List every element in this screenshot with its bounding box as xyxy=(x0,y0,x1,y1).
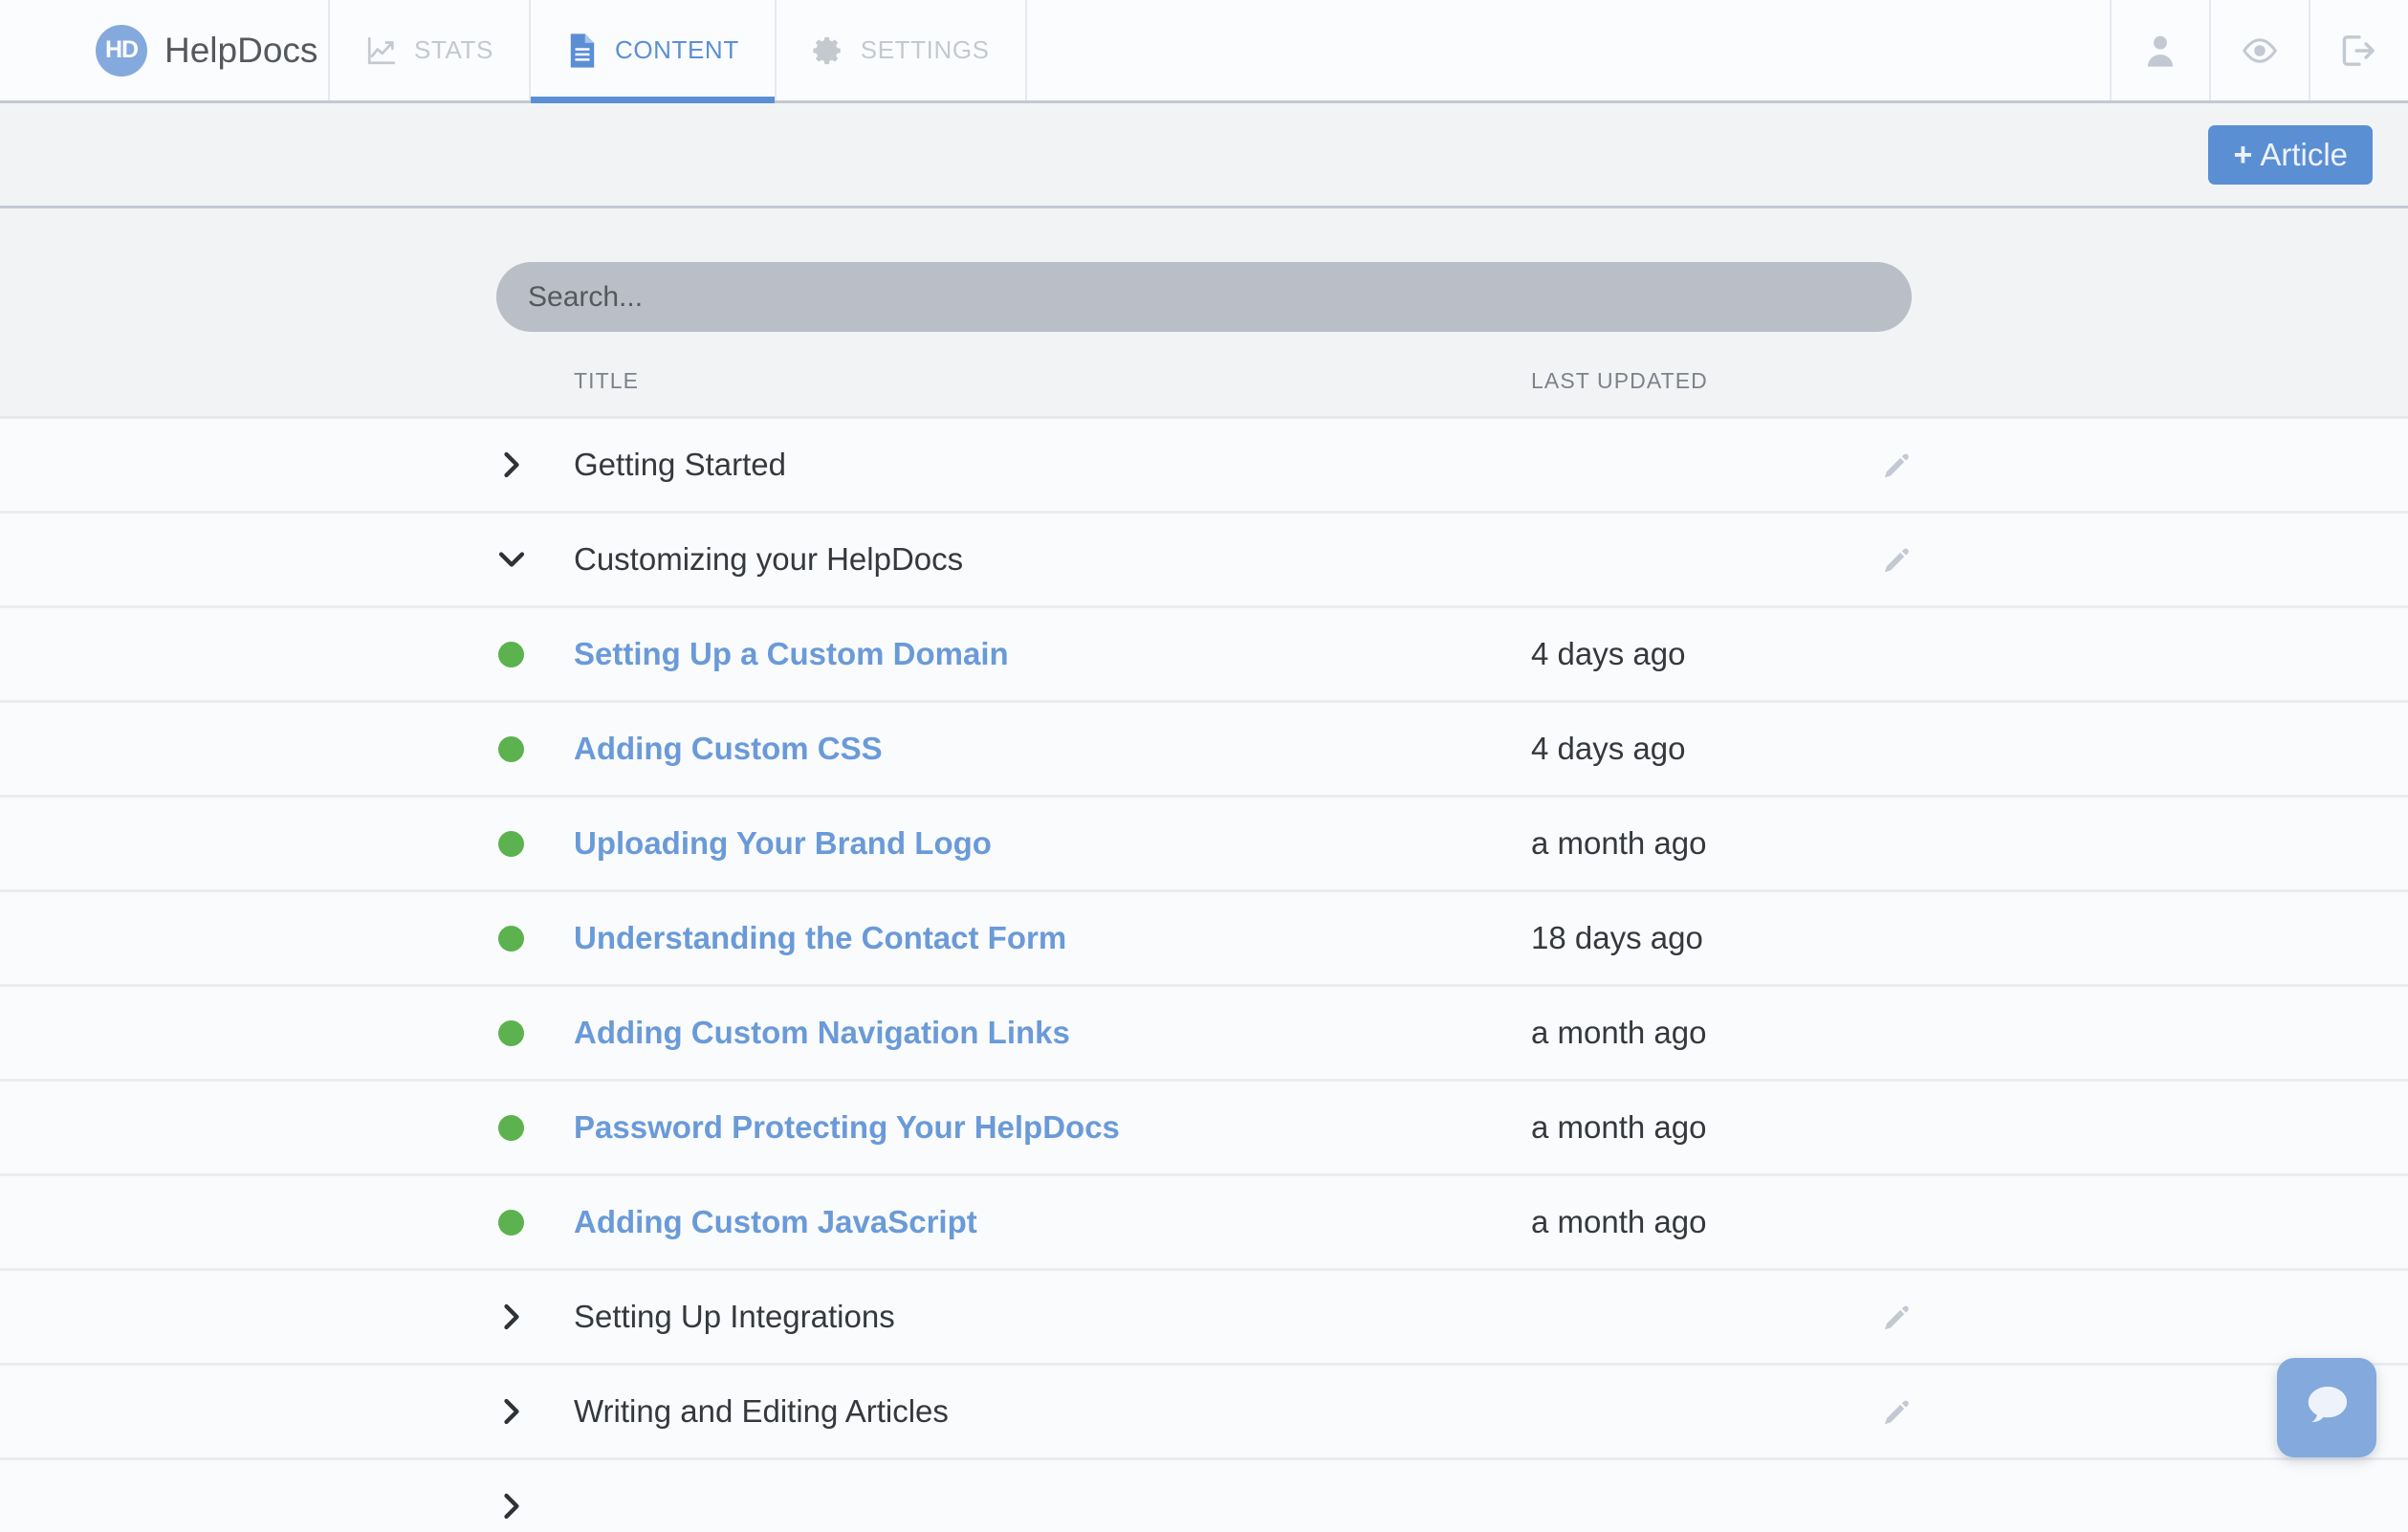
tab-settings-label: SETTINGS xyxy=(861,35,990,65)
status-dot-published xyxy=(498,1020,524,1046)
chat-bubble-icon xyxy=(2301,1382,2353,1434)
category-row[interactable]: Getting Started xyxy=(0,416,2408,511)
chevron-right-icon[interactable] xyxy=(496,1492,527,1521)
chat-widget-button[interactable] xyxy=(2277,1358,2376,1457)
chevron-right-icon[interactable] xyxy=(496,1302,527,1331)
chevron-down-icon[interactable] xyxy=(496,548,527,571)
tab-stats[interactable]: STATS xyxy=(330,0,531,100)
table-header: TITLE LAST UPDATED xyxy=(0,368,2408,416)
category-row[interactable]: Writing and Editing Articles xyxy=(0,1363,2408,1457)
nav-tabs: STATS CONTENT xyxy=(330,0,1027,100)
add-article-label: Article xyxy=(2260,137,2348,173)
article-row[interactable]: Uploading Your Brand Logo a month ago xyxy=(0,795,2408,889)
action-bar: + Article xyxy=(0,103,2408,208)
brand-name: HelpDocs xyxy=(164,31,317,71)
row-title: Setting Up Integrations xyxy=(574,1299,895,1335)
row-title[interactable]: Understanding the Contact Form xyxy=(574,920,1066,956)
pencil-icon[interactable] xyxy=(1880,543,1913,576)
add-article-button[interactable]: + Article xyxy=(2208,125,2373,185)
row-title[interactable]: Uploading Your Brand Logo xyxy=(574,825,992,862)
chart-line-icon xyxy=(365,34,398,67)
column-header-title: TITLE xyxy=(574,368,639,394)
status-dot-published xyxy=(498,831,524,857)
eye-preview-icon[interactable] xyxy=(2209,0,2309,100)
content-table-body: Getting Started Customizing your HelpDocs… xyxy=(0,416,2408,1532)
article-row[interactable]: Adding Custom JavaScript a month ago xyxy=(0,1173,2408,1268)
logout-icon[interactable] xyxy=(2309,0,2408,100)
row-title[interactable]: Adding Custom Navigation Links xyxy=(574,1015,1070,1051)
chevron-right-icon[interactable] xyxy=(496,450,527,479)
status-dot-published xyxy=(498,926,524,952)
article-row[interactable]: Understanding the Contact Form 18 days ag… xyxy=(0,889,2408,984)
row-last-updated: 18 days ago xyxy=(1531,920,1703,956)
search-input[interactable] xyxy=(496,262,1912,332)
article-row[interactable]: Password Protecting Your HelpDocs a month… xyxy=(0,1079,2408,1173)
article-row[interactable]: Setting Up a Custom Domain 4 days ago xyxy=(0,605,2408,700)
tab-settings[interactable]: SETTINGS xyxy=(777,0,1027,100)
top-right-icons xyxy=(2110,0,2408,100)
plus-icon: + xyxy=(2233,139,2252,171)
category-row[interactable]: Setting Up Integrations xyxy=(0,1268,2408,1363)
status-dot-published xyxy=(498,1115,524,1141)
row-title: Getting Started xyxy=(574,447,786,483)
top-navigation-bar: HD HelpDocs STATS xyxy=(0,0,2408,103)
category-row[interactable] xyxy=(0,1457,2408,1532)
row-title: Writing and Editing Articles xyxy=(574,1393,949,1430)
gear-icon xyxy=(812,34,844,67)
category-row[interactable]: Customizing your HelpDocs xyxy=(0,511,2408,605)
tab-stats-label: STATS xyxy=(414,35,493,65)
row-last-updated: a month ago xyxy=(1531,1204,1706,1240)
row-title[interactable]: Setting Up a Custom Domain xyxy=(574,636,1009,672)
chevron-right-icon[interactable] xyxy=(496,1397,527,1426)
row-title: Customizing your HelpDocs xyxy=(574,541,963,578)
tab-content-label: CONTENT xyxy=(615,35,739,65)
status-dot-published xyxy=(498,736,524,762)
row-title[interactable]: Adding Custom CSS xyxy=(574,731,883,767)
row-title[interactable]: Adding Custom JavaScript xyxy=(574,1204,977,1240)
row-last-updated: a month ago xyxy=(1531,1109,1706,1146)
article-row[interactable]: Adding Custom Navigation Links a month ag… xyxy=(0,984,2408,1079)
app-page: HD HelpDocs STATS xyxy=(0,0,2408,1532)
status-dot-published xyxy=(498,1210,524,1236)
row-last-updated: a month ago xyxy=(1531,825,1706,862)
pencil-icon[interactable] xyxy=(1880,1301,1913,1333)
helpdocs-logo-icon: HD xyxy=(96,25,147,77)
user-icon[interactable] xyxy=(2110,0,2209,100)
status-dot-published xyxy=(498,642,524,668)
pencil-icon[interactable] xyxy=(1880,1395,1913,1428)
row-last-updated: 4 days ago xyxy=(1531,731,1685,767)
row-title[interactable]: Password Protecting Your HelpDocs xyxy=(574,1109,1120,1146)
column-header-last-updated: LAST UPDATED xyxy=(1531,368,1708,394)
tab-content[interactable]: CONTENT xyxy=(531,0,777,100)
brand[interactable]: HD HelpDocs xyxy=(0,0,330,100)
row-last-updated: a month ago xyxy=(1531,1015,1706,1051)
article-row[interactable]: Adding Custom CSS 4 days ago xyxy=(0,700,2408,795)
pencil-icon[interactable] xyxy=(1880,449,1913,481)
row-last-updated: 4 days ago xyxy=(1531,636,1685,672)
search-area xyxy=(0,208,2408,368)
document-icon xyxy=(566,33,599,69)
